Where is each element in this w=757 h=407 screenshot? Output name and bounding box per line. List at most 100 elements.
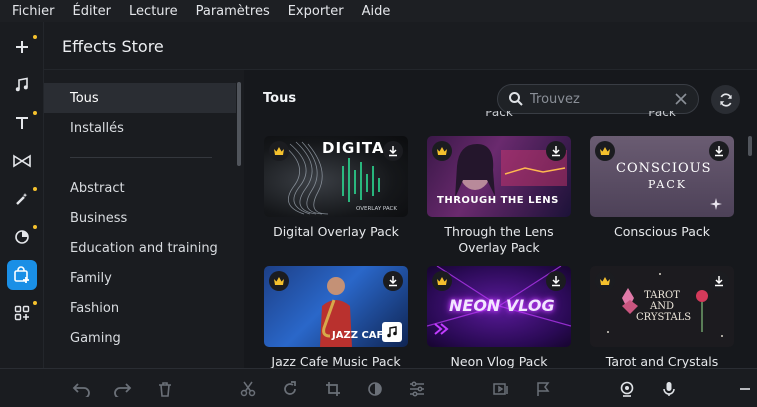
delete-button[interactable] <box>154 378 176 400</box>
card-thumbnail: CONSCIOUS PACK <box>590 136 734 217</box>
effect-card[interactable]: JAZZ CAFE Jazz Cafe Music Pack <box>264 266 408 368</box>
effect-card[interactable]: THROUGH THE LENS Through the Lens Overla… <box>427 136 571 256</box>
menu-help[interactable]: Aide <box>362 4 391 19</box>
search-icon <box>509 92 523 106</box>
sparkle-icon <box>710 198 722 210</box>
trash-icon <box>159 382 171 397</box>
transitions-button[interactable] <box>7 146 37 176</box>
menu-settings[interactable]: Paramètres <box>196 4 270 19</box>
premium-badge <box>269 271 289 291</box>
magic-wand-icon <box>16 193 28 205</box>
card-title-peek: Pack <box>485 111 513 119</box>
thumb-label: THROUGH THE LENS <box>437 195 559 206</box>
color-adjust-button[interactable] <box>364 378 386 400</box>
microphone-icon <box>663 382 675 396</box>
thumb-label-line: TAROT <box>644 290 680 301</box>
effect-card[interactable]: TAROT AND CRYSTALS Tarot and Crystals <box>590 266 734 368</box>
thumb-label: DIGITA <box>322 139 385 157</box>
card-title: Through the Lens Overlay Pack <box>444 224 554 255</box>
effects-button[interactable] <box>7 184 37 214</box>
download-button[interactable] <box>709 271 729 291</box>
search-input[interactable] <box>530 91 670 107</box>
category-business[interactable]: Business <box>44 203 236 233</box>
overlay-icon <box>493 383 508 395</box>
minus-icon <box>740 388 750 390</box>
plus-icon <box>16 41 28 53</box>
close-icon[interactable] <box>674 92 688 106</box>
rotate-button[interactable] <box>279 378 301 400</box>
grid-scrollbar[interactable] <box>748 136 752 156</box>
undo-icon <box>72 383 90 397</box>
category-family[interactable]: Family <box>44 263 236 293</box>
effect-card[interactable]: CONSCIOUS PACK Conscious Pack <box>590 136 734 240</box>
crown-icon <box>600 277 610 285</box>
thumb-label: CONSCIOUS <box>616 161 712 176</box>
titles-button[interactable] <box>7 108 37 138</box>
thumb-label: TAROT AND CRYSTALS <box>636 290 692 323</box>
category-fashion[interactable]: Fashion <box>44 293 236 323</box>
category-scrollbar[interactable] <box>237 82 241 166</box>
store-header: Effects Store <box>44 22 757 70</box>
refresh-button[interactable] <box>711 85 740 114</box>
redo-icon <box>114 383 132 397</box>
music-badge <box>382 322 402 342</box>
crown-icon <box>274 277 284 285</box>
effects-grid-area: Tous Pack Pack DIGITA OVERLAY PACK Digit… <box>245 70 757 368</box>
menu-playback[interactable]: Lecture <box>129 4 178 19</box>
music-note-icon <box>387 326 397 338</box>
music-button[interactable] <box>7 70 37 100</box>
webcam-button[interactable] <box>616 378 638 400</box>
webcam-icon <box>620 381 634 397</box>
crop-button[interactable] <box>322 378 344 400</box>
crown-icon <box>274 147 284 155</box>
store-button[interactable] <box>7 260 37 290</box>
filters-button[interactable] <box>7 222 37 252</box>
download-button[interactable] <box>546 141 566 161</box>
category-all[interactable]: Tous <box>44 83 236 113</box>
thumb-label-line: CRYSTALS <box>636 312 692 323</box>
download-button[interactable] <box>546 271 566 291</box>
crown-icon <box>437 147 447 155</box>
undo-button[interactable] <box>70 378 92 400</box>
download-button[interactable] <box>383 141 403 161</box>
category-education[interactable]: Education and training <box>44 233 236 263</box>
card-thumbnail: DIGITA OVERLAY PACK <box>264 136 408 217</box>
cut-button[interactable] <box>237 378 259 400</box>
clip-properties-button[interactable] <box>406 378 428 400</box>
category-panel: Tous Installés Abstract Business Educati… <box>44 70 244 368</box>
category-abstract[interactable]: Abstract <box>44 173 236 203</box>
divider <box>70 157 212 158</box>
menu-bar: Fichier Éditer Lecture Paramètres Export… <box>0 0 757 22</box>
scissors-icon <box>240 381 256 397</box>
overlay-button[interactable] <box>490 378 512 400</box>
menu-file[interactable]: Fichier <box>12 4 55 19</box>
menu-edit[interactable]: Éditer <box>73 4 112 19</box>
notification-dot <box>33 301 37 305</box>
redo-button[interactable] <box>112 378 134 400</box>
download-icon <box>389 276 397 287</box>
card-title: Digital Overlay Pack <box>273 224 399 239</box>
card-thumbnail: NEON VLOG <box>427 266 571 347</box>
tool-rail <box>0 22 44 368</box>
card-title: Conscious Pack <box>614 224 710 239</box>
download-icon <box>552 276 560 287</box>
rotate-icon <box>284 381 296 395</box>
card-title: Jazz Cafe Music Pack <box>271 354 401 368</box>
menu-export[interactable]: Exporter <box>288 4 344 19</box>
effect-card[interactable]: DIGITA OVERLAY PACK Digital Overlay Pack <box>264 136 408 240</box>
download-button[interactable] <box>383 271 403 291</box>
add-media-button[interactable] <box>7 32 37 62</box>
category-installed[interactable]: Installés <box>44 113 236 143</box>
section-title: Tous <box>263 91 297 106</box>
premium-badge <box>432 141 452 161</box>
zoom-out-button[interactable] <box>734 378 756 400</box>
effect-card[interactable]: NEON VLOG Neon Vlog Pack <box>427 266 571 368</box>
filter-icon <box>15 230 29 244</box>
more-tools-button[interactable] <box>7 298 37 328</box>
voiceover-button[interactable] <box>658 378 680 400</box>
card-title-peek: Pack <box>648 111 676 119</box>
thumb-label: NEON VLOG <box>449 296 555 315</box>
marker-button[interactable] <box>532 378 554 400</box>
download-button[interactable] <box>709 141 729 161</box>
category-gaming[interactable]: Gaming <box>44 323 236 353</box>
